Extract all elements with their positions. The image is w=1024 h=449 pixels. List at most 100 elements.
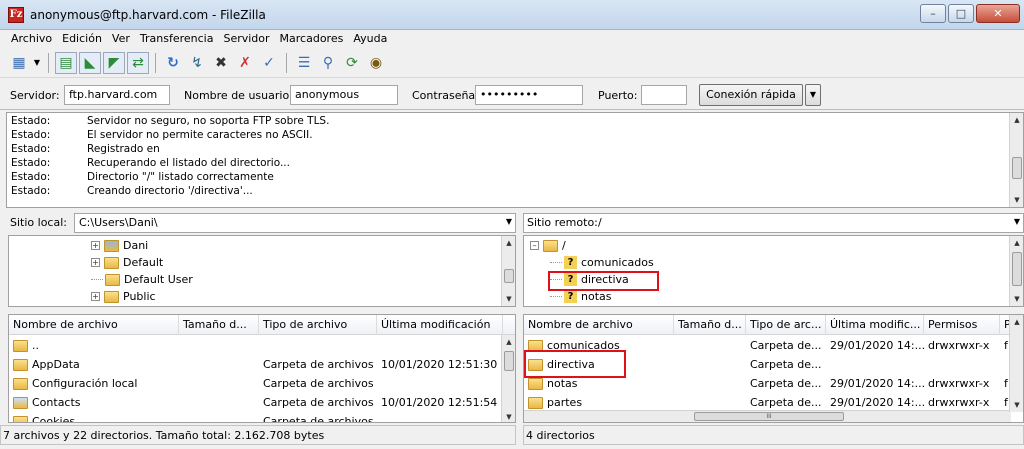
tree-item[interactable]: ? comunicados bbox=[550, 254, 654, 271]
collapse-icon[interactable]: – bbox=[530, 241, 539, 250]
close-button[interactable]: ✕ bbox=[976, 4, 1020, 23]
directory-filter-icon[interactable]: ☰ bbox=[293, 52, 315, 74]
toggle-log-icon[interactable]: ▤ bbox=[55, 51, 77, 74]
scroll-down-icon[interactable]: ▼ bbox=[1010, 398, 1023, 412]
expand-icon[interactable]: + bbox=[91, 292, 100, 301]
scroll-down-icon[interactable]: ▼ bbox=[502, 292, 515, 306]
log-label: Estado: bbox=[11, 143, 51, 155]
table-row[interactable]: .. bbox=[9, 336, 515, 355]
local-list-scrollbar[interactable]: ▲ ▼ bbox=[501, 335, 515, 422]
cancel-operation-icon[interactable]: ✖ bbox=[210, 52, 232, 74]
table-row[interactable]: Configuración local Carpeta de archivos bbox=[9, 374, 515, 393]
tree-item[interactable]: + Default bbox=[91, 254, 163, 271]
scroll-up-icon[interactable]: ▲ bbox=[1010, 113, 1023, 127]
process-queue-icon[interactable]: ↯ bbox=[186, 52, 208, 74]
folder-icon bbox=[528, 396, 543, 409]
folder-icon bbox=[528, 377, 543, 390]
local-path-input[interactable]: C:\Users\Dani\ ▼ bbox=[74, 213, 516, 233]
column-header-modified[interactable]: Última modific... bbox=[826, 315, 924, 335]
scroll-up-icon[interactable]: ▲ bbox=[1010, 236, 1023, 250]
toolbar-separator bbox=[286, 52, 287, 73]
toggle-queue-icon[interactable]: ⇄ bbox=[127, 51, 149, 74]
port-input[interactable] bbox=[641, 85, 687, 105]
scroll-thumb[interactable] bbox=[504, 269, 514, 283]
remote-tree-scrollbar[interactable]: ▲ ▼ bbox=[1009, 236, 1023, 306]
folder-icon bbox=[13, 415, 28, 422]
quickconnect-dropdown-icon[interactable]: ▼ bbox=[805, 84, 821, 106]
column-header-name[interactable]: Nombre de archivo bbox=[524, 315, 674, 335]
table-row[interactable]: Contacts Carpeta de archivos 10/01/2020 … bbox=[9, 393, 515, 412]
quickconnect-button[interactable]: Conexión rápida bbox=[699, 84, 803, 106]
column-header-name[interactable]: Nombre de archivo bbox=[9, 315, 179, 335]
minimize-button[interactable]: – bbox=[920, 4, 946, 23]
column-header-type[interactable]: Tipo de arc... bbox=[746, 315, 826, 335]
table-row[interactable]: AppData Carpeta de archivos 10/01/2020 1… bbox=[9, 355, 515, 374]
toolbar: ▦ ▼ ▤ ◣ ◤ ⇄ ↻ ↯ ✖ ✗ ✓ ☰ ⚲ ⟳ ◉ bbox=[0, 48, 1024, 78]
scroll-up-icon[interactable]: ▲ bbox=[502, 236, 515, 250]
tree-item[interactable]: + Public bbox=[91, 288, 156, 305]
table-row[interactable]: Cookies Carpeta de archivos bbox=[9, 412, 515, 423]
local-directory-tree[interactable]: + Dani + Default Default User + Public ▲… bbox=[8, 235, 516, 307]
directory-compare-icon[interactable]: ⚲ bbox=[317, 52, 339, 74]
log-scrollbar[interactable]: ▲ ▼ bbox=[1009, 113, 1023, 207]
local-site-label: Sitio local: bbox=[10, 216, 67, 229]
chevron-down-icon[interactable]: ▼ bbox=[506, 217, 512, 226]
file-type: Carpeta de archivos bbox=[263, 415, 374, 423]
chevron-down-icon[interactable]: ▼ bbox=[1014, 217, 1020, 226]
remote-path-input[interactable]: / ▼ bbox=[523, 213, 1024, 233]
toggle-remote-tree-icon[interactable]: ◤ bbox=[103, 51, 125, 74]
tree-root[interactable]: – / bbox=[530, 237, 566, 254]
hscroll-thumb[interactable]: III bbox=[694, 412, 844, 421]
tree-item-label: / bbox=[562, 239, 566, 252]
password-input[interactable]: ••••••••• bbox=[475, 85, 583, 105]
menu-servidor[interactable]: Servidor bbox=[218, 30, 274, 48]
tree-item[interactable]: Default User bbox=[91, 271, 193, 288]
menu-archivo[interactable]: Archivo bbox=[6, 30, 57, 48]
tree-item[interactable]: + Dani bbox=[91, 237, 148, 254]
maximize-button[interactable]: □ bbox=[948, 4, 974, 23]
site-manager-dropdown-icon[interactable]: ▼ bbox=[32, 52, 42, 74]
scroll-thumb[interactable] bbox=[504, 351, 514, 371]
message-log[interactable]: Estado: Servidor no seguro, no soporta FT… bbox=[6, 112, 1024, 208]
local-site-bar: Sitio local: C:\Users\Dani\ ▼ bbox=[8, 212, 516, 234]
column-header-permissions[interactable]: Permisos bbox=[924, 315, 1000, 335]
username-input[interactable]: anonymous bbox=[290, 85, 398, 105]
search-files-icon[interactable]: ◉ bbox=[365, 52, 387, 74]
column-header-type[interactable]: Tipo de archivo bbox=[259, 315, 377, 335]
site-manager-icon[interactable]: ▦ bbox=[8, 52, 30, 74]
scroll-thumb[interactable] bbox=[1012, 157, 1022, 179]
reconnect-icon[interactable]: ✓ bbox=[258, 52, 280, 74]
host-input[interactable]: ftp.harvard.com bbox=[64, 85, 170, 105]
host-label: Servidor: bbox=[10, 89, 60, 102]
scroll-up-icon[interactable]: ▲ bbox=[1010, 315, 1023, 329]
disconnect-icon[interactable]: ✗ bbox=[234, 52, 256, 74]
menu-ayuda[interactable]: Ayuda bbox=[348, 30, 392, 48]
remote-list-hscrollbar[interactable]: III bbox=[524, 410, 1011, 422]
remote-site-label: Sitio remoto: bbox=[527, 216, 598, 229]
scroll-up-icon[interactable]: ▲ bbox=[502, 335, 515, 349]
toggle-local-tree-icon[interactable]: ◣ bbox=[79, 51, 101, 74]
menu-marcadores[interactable]: Marcadores bbox=[275, 30, 349, 48]
column-header-size[interactable]: Tamaño d... bbox=[179, 315, 259, 335]
scroll-thumb[interactable] bbox=[1012, 252, 1022, 286]
menu-ver[interactable]: Ver bbox=[107, 30, 135, 48]
remote-list-scrollbar[interactable]: ▲ ▼ bbox=[1009, 315, 1023, 412]
scroll-down-icon[interactable]: ▼ bbox=[1010, 193, 1023, 207]
sync-browsing-icon[interactable]: ⟳ bbox=[341, 52, 363, 74]
file-modified: 10/01/2020 12:51:54 bbox=[381, 396, 498, 409]
expand-icon[interactable]: + bbox=[91, 241, 100, 250]
menu-edicion[interactable]: Edición bbox=[57, 30, 107, 48]
refresh-icon[interactable]: ↻ bbox=[162, 52, 184, 74]
file-type: Carpeta de archivos bbox=[263, 358, 374, 371]
file-type: Carpeta de archivos bbox=[263, 377, 374, 390]
scroll-down-icon[interactable]: ▼ bbox=[502, 410, 515, 422]
local-tree-scrollbar[interactable]: ▲ ▼ bbox=[501, 236, 515, 306]
expand-icon[interactable]: + bbox=[91, 258, 100, 267]
contacts-folder-icon bbox=[13, 396, 28, 409]
column-header-size[interactable]: Tamaño d... bbox=[674, 315, 746, 335]
highlight-box-tree bbox=[548, 271, 659, 291]
menu-transferencia[interactable]: Transferencia bbox=[135, 30, 219, 48]
scroll-down-icon[interactable]: ▼ bbox=[1010, 292, 1023, 306]
local-file-list[interactable]: Nombre de archivo Tamaño d... Tipo de ar… bbox=[8, 314, 516, 423]
column-header-modified[interactable]: Última modificación bbox=[377, 315, 503, 335]
